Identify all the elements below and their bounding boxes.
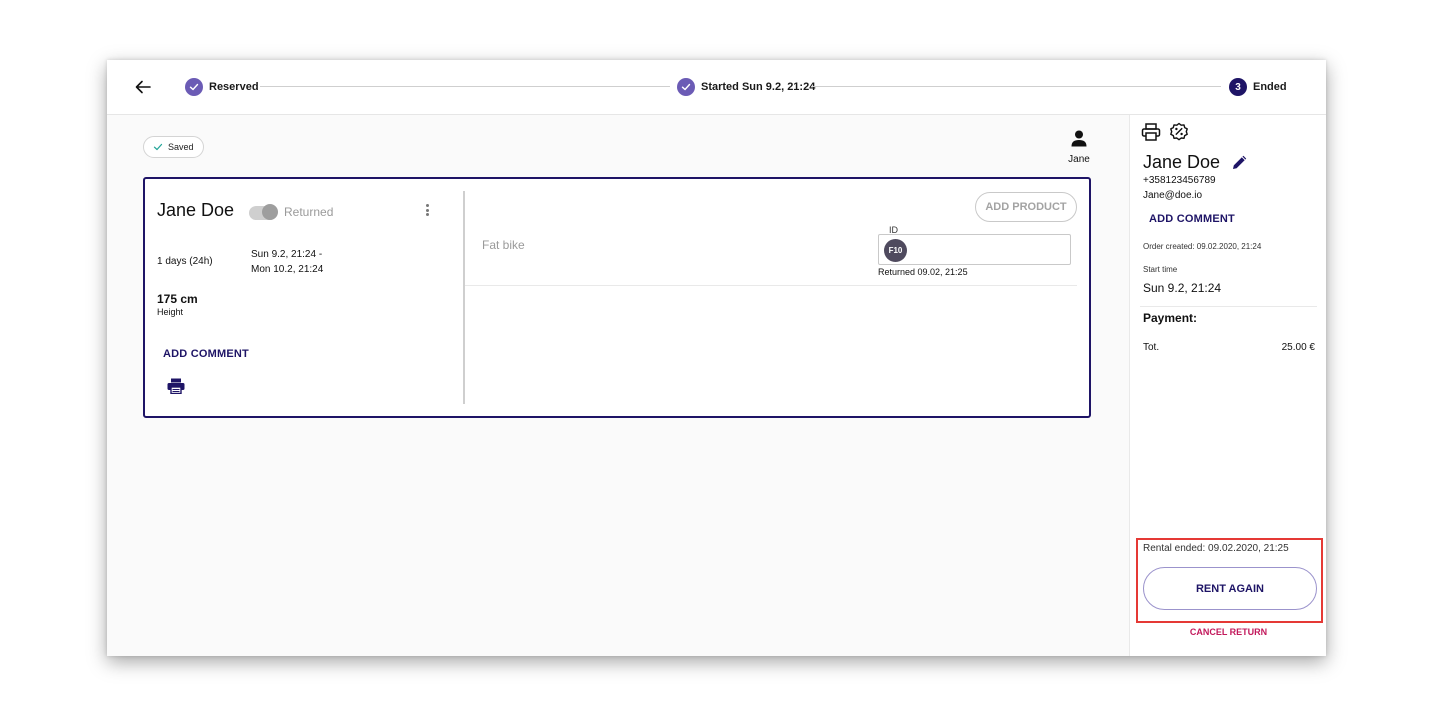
current-user[interactable]: Jane bbox=[1061, 130, 1097, 165]
step-started: Started Sun 9.2, 21:24 bbox=[677, 77, 815, 97]
product-id-field[interactable]: F10 bbox=[878, 234, 1071, 265]
order-created: Order created: 09.02.2020, 21:24 bbox=[1143, 242, 1262, 251]
rental-dates: Sun 9.2, 21:24 - Mon 10.2, 21:24 bbox=[251, 247, 323, 277]
print-icon[interactable] bbox=[167, 378, 185, 394]
person-icon bbox=[1071, 130, 1087, 147]
returned-toggle[interactable] bbox=[249, 204, 278, 220]
start-time-label: Start time bbox=[1143, 265, 1178, 274]
step-number: 3 bbox=[1229, 78, 1247, 96]
step-label: Reserved bbox=[209, 81, 259, 93]
card-divider bbox=[463, 191, 465, 404]
step-reserved: Reserved bbox=[185, 77, 259, 97]
rental-start: Sun 9.2, 21:24 - bbox=[251, 249, 323, 260]
returned-label: Returned bbox=[284, 205, 334, 219]
payment-heading: Payment: bbox=[1143, 311, 1198, 325]
start-time-value: Sun 9.2, 21:24 bbox=[1143, 281, 1222, 295]
edit-pencil-icon[interactable] bbox=[1231, 153, 1249, 171]
printer-icon[interactable] bbox=[1141, 122, 1161, 142]
saved-label: Saved bbox=[168, 142, 194, 152]
saved-status-badge: Saved bbox=[143, 136, 204, 158]
customer-name: Jane Doe bbox=[1143, 152, 1221, 172]
rental-end: Mon 10.2, 21:24 bbox=[251, 264, 324, 275]
rental-details: Jane Doe Returned 1 days (24h) Sun 9.2, … bbox=[145, 179, 463, 416]
check-icon bbox=[153, 143, 163, 151]
step-label: Ended bbox=[1253, 81, 1287, 93]
toggle-knob bbox=[262, 204, 278, 220]
rental-duration: 1 days (24h) bbox=[157, 256, 213, 267]
step-label: Started Sun 9.2, 21:24 bbox=[701, 81, 816, 93]
total-label: Tot. bbox=[1143, 342, 1160, 353]
add-product-button[interactable]: ADD PRODUCT bbox=[975, 192, 1077, 222]
check-icon bbox=[185, 78, 203, 96]
customer-name: Jane Doe bbox=[157, 200, 235, 220]
customer-email: Jane@doe.io bbox=[1143, 190, 1203, 201]
row-divider bbox=[465, 285, 1077, 286]
discount-icon[interactable] bbox=[1169, 122, 1189, 142]
height-label: Height bbox=[157, 307, 184, 317]
product-returned-at: Returned 09.02, 21:25 bbox=[878, 267, 968, 277]
add-comment-link[interactable]: ADD COMMENT bbox=[163, 348, 249, 360]
customer-phone: +358123456789 bbox=[1143, 175, 1216, 186]
panel-divider bbox=[1140, 306, 1317, 307]
back-arrow-icon[interactable] bbox=[133, 77, 153, 97]
more-options-icon[interactable] bbox=[420, 201, 434, 219]
user-name: Jane bbox=[1068, 154, 1090, 165]
cancel-return-button[interactable]: CANCEL RETURN bbox=[1130, 627, 1326, 637]
add-comment-link[interactable]: ADD COMMENT bbox=[1149, 213, 1235, 225]
rent-again-button[interactable]: RENT AGAIN bbox=[1143, 567, 1317, 610]
product-id-chip[interactable]: F10 bbox=[884, 239, 907, 262]
height-value: 175 cm bbox=[157, 292, 198, 306]
step-connector bbox=[260, 86, 670, 87]
app-window: Reserved Started Sun 9.2, 21:24 3 Ended … bbox=[107, 60, 1326, 656]
order-summary-panel: Jane Doe +358123456789 Jane@doe.io ADD C… bbox=[1129, 115, 1326, 656]
rental-card: Jane Doe Returned 1 days (24h) Sun 9.2, … bbox=[143, 177, 1091, 418]
step-connector bbox=[813, 86, 1221, 87]
check-icon bbox=[677, 78, 695, 96]
progress-stepper: Reserved Started Sun 9.2, 21:24 3 Ended bbox=[107, 60, 1326, 115]
step-ended: 3 Ended bbox=[1229, 77, 1287, 97]
total-amount: 25.00 € bbox=[1281, 342, 1315, 353]
rental-ended-text: Rental ended: 09.02.2020, 21:25 bbox=[1143, 543, 1289, 554]
product-name: Fat bike bbox=[482, 238, 525, 252]
